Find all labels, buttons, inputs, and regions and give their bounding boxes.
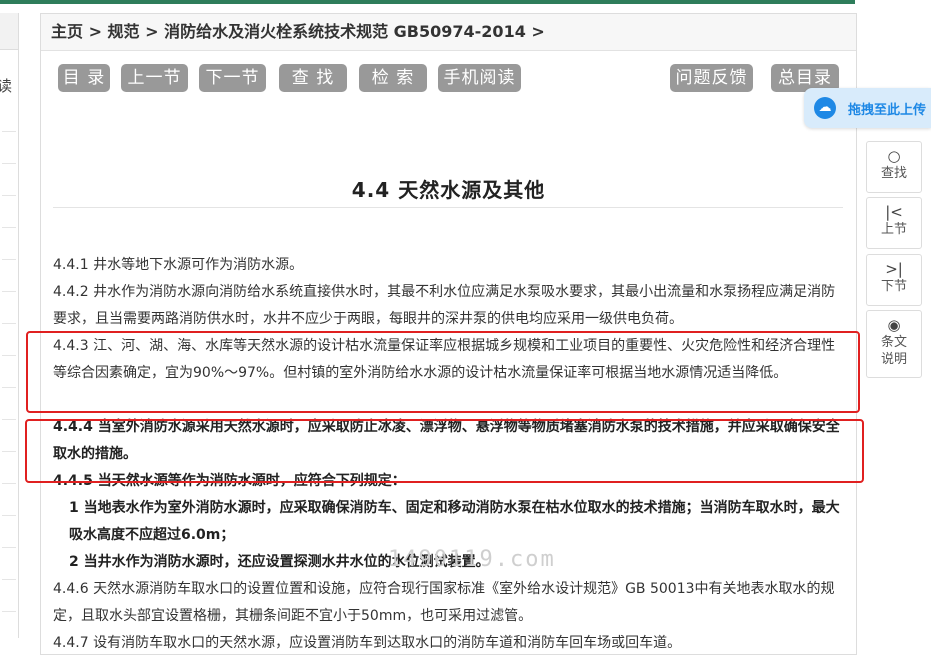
left-nav-divider [2,547,16,548]
left-nav-divider [2,195,16,196]
top-accent-bar [0,0,855,4]
left-nav-divider [2,355,16,356]
left-nav-divider [2,163,16,164]
left-nav-divider [2,387,16,388]
left-nav-divider [2,515,16,516]
mobile-read-button[interactable]: 手机阅读 [438,64,521,92]
side-explain-label-2: 说明 [880,352,907,367]
feedback-button[interactable]: 问题反馈 [670,64,753,92]
clause-4-4-5-item-1: 1 当地表水作为室外消防水源时，应采取确保消防车、固定和移动消防水泵在枯水位取水… [69,500,840,543]
breadcrumb-text[interactable]: 主页 > 规范 > 消防给水及消火栓系统技术规范 GB50974-2014 > [51,14,545,50]
side-next-button[interactable]: >| 下节 [866,254,922,306]
cloud-upload-icon: ☁ [814,97,836,119]
skip-previous-icon: |< [885,203,903,221]
side-prev-label: 上节 [880,222,907,237]
drag-upload-widget[interactable]: ☁ 拖拽至此上传 [804,88,931,128]
eye-icon: ◉ [887,316,901,334]
breadcrumb: 主页 > 规范 > 消防给水及消火栓系统技术规范 GB50974-2014 > [41,14,856,51]
left-nav-tab[interactable] [0,13,18,50]
left-nav-divider [2,259,16,260]
left-nav-divider [2,131,16,132]
left-nav-divider [2,579,16,580]
left-nav-divider [2,227,16,228]
clause-4-4-6: 4.4.6 天然水源消防车取水口的设置位置和设施，应符合现行国家标准《室外给水设… [53,581,835,624]
left-nav-column: 读 [0,13,19,638]
side-explain-button[interactable]: ◉ 条文 说明 [866,310,922,378]
side-prev-button[interactable]: |< 上节 [866,197,922,249]
highlight-box-4-4-4 [25,419,864,483]
title-divider [53,207,843,208]
left-nav-divider [2,323,16,324]
skip-next-icon: >| [885,260,903,278]
toc-button[interactable]: 目 录 [58,64,110,92]
left-nav-divider [2,451,16,452]
section-title: 4.4 天然水源及其他 [351,178,546,202]
prev-section-button[interactable]: 上一节 [121,64,188,92]
left-nav-divider [2,291,16,292]
left-nav-divider [2,483,16,484]
clause-4-4-1: 4.4.1 井水等地下水源可作为消防水源。 [53,257,304,273]
left-nav-tab-label: 读 [0,77,13,95]
side-find-button[interactable]: ○ 查找 [866,141,922,193]
side-find-label: 查找 [880,166,907,181]
side-explain-label-1: 条文 [880,335,907,350]
find-button[interactable]: 查 找 [279,64,347,92]
next-section-button[interactable]: 下一节 [199,64,266,92]
side-next-label: 下节 [880,279,907,294]
clause-4-4-7: 4.4.7 设有消防车取水口的天然水源，应设置消防车到达取水口的消防车道和消防车… [53,635,682,651]
left-nav-divider [2,419,16,420]
search-icon: ○ [887,147,901,165]
left-nav-divider [2,611,16,612]
search-button[interactable]: 检 索 [359,64,427,92]
highlight-box-4-4-3 [26,331,860,413]
clause-4-4-2: 4.4.2 井水作为消防水源向消防给水系统直接供水时，其最不利水位应满足水泵吸水… [53,284,836,327]
upload-label: 拖拽至此上传 [848,103,927,118]
site-watermark: 1490119.com [388,547,556,572]
